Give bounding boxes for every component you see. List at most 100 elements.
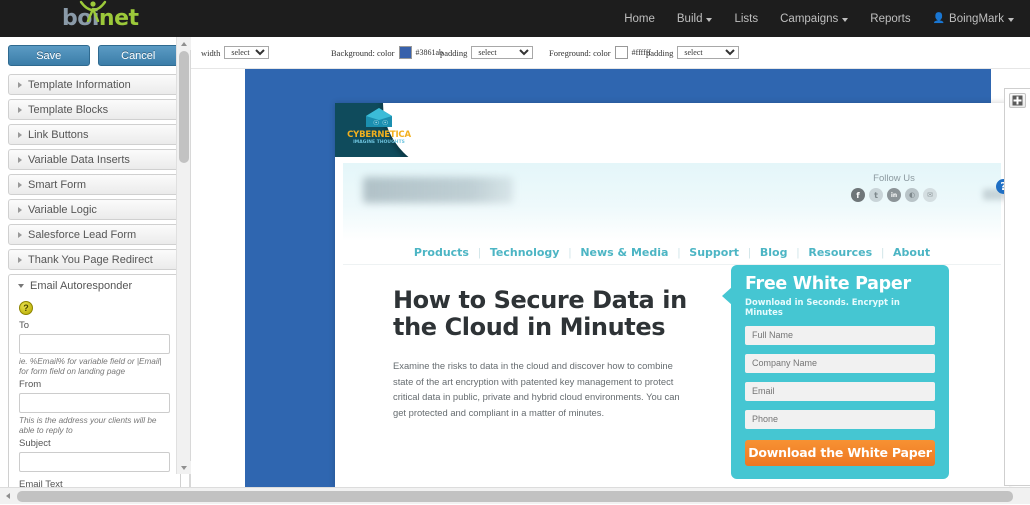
scroll-up-icon[interactable]	[177, 37, 191, 50]
nav-item-campaigns[interactable]: Campaigns	[780, 13, 848, 25]
top-navigation-bar: boinet Home Build Lists Campaigns Report…	[0, 0, 1030, 37]
follow-us-label: Follow Us	[851, 173, 937, 184]
cybernetica-logo[interactable]: ☉ ☉ CYBERNETICA IMAGINE THOUGHTS	[345, 107, 413, 155]
email-field[interactable]	[745, 382, 935, 401]
from-field-label: From	[19, 379, 170, 390]
form-subtitle: Download in Seconds. Encrypt in Minutes	[745, 297, 935, 317]
twitter-icon[interactable]: t	[869, 188, 883, 202]
user-menu[interactable]: 👤 BoingMark	[933, 13, 1014, 25]
email-text-label: Email Text	[19, 479, 170, 488]
fg-padding-select[interactable]: select	[677, 46, 739, 59]
sidebar-scrollbar-thumb[interactable]	[179, 51, 189, 163]
bg-padding-select[interactable]: select	[471, 46, 533, 59]
template-canvas[interactable]: ☉ ☉ CYBERNETICA IMAGINE THOUGHTS Follow …	[191, 69, 1030, 487]
sidebar-item-salesforce-lead-form[interactable]: Salesforce Lead Form	[8, 224, 181, 245]
full-name-field[interactable]	[745, 326, 935, 345]
nav-label: Lists	[734, 13, 758, 25]
sidebar-accordion: Template Information Template Blocks Lin…	[0, 72, 189, 270]
sidebar-item-link-buttons[interactable]: Link Buttons	[8, 124, 181, 145]
background-padding-control: padding select	[440, 46, 533, 59]
lead-capture-form: Free White Paper Download in Seconds. En…	[731, 265, 949, 479]
block-properties-toolbar: width select Background: color #3861ab p…	[191, 37, 1030, 69]
hero-section: How to Secure Data in the Cloud in Minut…	[335, 265, 1009, 420]
email-icon[interactable]: ✉	[923, 188, 937, 202]
landing-page-preview[interactable]: ☉ ☉ CYBERNETICA IMAGINE THOUGHTS Follow …	[335, 103, 1009, 487]
lp-nav-resources[interactable]: Resources	[799, 246, 881, 259]
help-icon[interactable]: ?	[19, 301, 33, 315]
from-input[interactable]	[19, 393, 170, 413]
nav-item-home[interactable]: Home	[624, 13, 655, 25]
facebook-icon[interactable]: f	[851, 188, 865, 202]
lp-nav-news-media[interactable]: News & Media	[571, 246, 677, 259]
chevron-right-icon	[18, 182, 22, 188]
lp-nav-support[interactable]: Support	[680, 246, 748, 259]
subject-input[interactable]	[19, 452, 170, 472]
chevron-right-icon	[18, 207, 22, 213]
background-color-swatch[interactable]	[399, 46, 412, 59]
cancel-button[interactable]: Cancel	[98, 45, 180, 66]
sidebar-item-variable-logic[interactable]: Variable Logic	[8, 199, 181, 220]
sidebar-item-thank-you-page-redirect[interactable]: Thank You Page Redirect	[8, 249, 181, 270]
sidebar-item-label: Thank You Page Redirect	[28, 254, 153, 266]
scroll-left-icon[interactable]	[0, 488, 16, 505]
chevron-down-icon	[1008, 18, 1014, 22]
boingnet-logo[interactable]: boinet	[0, 0, 190, 37]
download-white-paper-button[interactable]: Download the White Paper	[745, 440, 935, 466]
add-block-icon[interactable]	[1009, 93, 1026, 108]
to-field-label: To	[19, 320, 170, 331]
horizontal-scrollbar-thumb[interactable]	[17, 491, 1013, 502]
lp-nav-technology[interactable]: Technology	[481, 246, 569, 259]
form-title: Free White Paper	[745, 276, 935, 294]
linkedin-icon[interactable]: in	[887, 188, 901, 202]
cybernetica-shield-icon: ☉ ☉	[364, 107, 394, 129]
landing-page-nav: Products | Technology | News & Media | S…	[343, 241, 1001, 265]
cybernetica-logo-name: CYBERNETICA	[347, 130, 411, 140]
user-menu-label: BoingMark	[949, 13, 1004, 25]
width-control: width select	[201, 46, 269, 59]
nav-item-build[interactable]: Build	[677, 13, 713, 25]
svg-text:☉: ☉	[382, 119, 388, 127]
foreground-color-swatch[interactable]	[615, 46, 628, 59]
bg-padding-label: padding	[440, 48, 467, 58]
sidebar-item-template-blocks[interactable]: Template Blocks	[8, 99, 181, 120]
sidebar-item-variable-data-inserts[interactable]: Variable Data Inserts	[8, 149, 181, 170]
subject-field-label: Subject	[19, 438, 170, 449]
editor-sidebar: Save Cancel Template Information Templat…	[0, 37, 190, 487]
rss-icon[interactable]: ◐	[905, 188, 919, 202]
width-select[interactable]: select	[224, 46, 269, 59]
horizontal-scrollbar[interactable]	[0, 487, 1030, 504]
sidebar-item-label: Variable Logic	[28, 204, 97, 216]
background-hex-value: #3861ab	[416, 48, 444, 57]
sidebar-item-label: Template Information	[28, 79, 131, 91]
phone-field[interactable]	[745, 410, 935, 429]
sidebar-item-smart-form[interactable]: Smart Form	[8, 174, 181, 195]
save-button[interactable]: Save	[8, 45, 90, 66]
fg-padding-label: padding	[646, 48, 673, 58]
chevron-down-icon	[18, 284, 24, 288]
chevron-right-icon	[18, 232, 22, 238]
nav-label: Home	[624, 13, 655, 25]
company-name-field[interactable]	[745, 354, 935, 373]
sidebar-scrollbar[interactable]	[176, 37, 190, 474]
sidebar-divider	[190, 37, 191, 487]
email-autoresponder-header[interactable]: Email Autoresponder	[9, 275, 180, 296]
lp-nav-products[interactable]: Products	[405, 246, 478, 259]
user-icon: 👤	[933, 13, 945, 24]
editor-main-area: width select Background: color #3861ab p…	[191, 37, 1030, 487]
hero-copy: How to Secure Data in the Cloud in Minut…	[345, 287, 697, 420]
sidebar-item-template-information[interactable]: Template Information	[8, 74, 181, 95]
foreground-padding-control: padding select	[646, 46, 739, 59]
lp-nav-about[interactable]: About	[884, 246, 939, 259]
chevron-right-icon	[18, 132, 22, 138]
nav-label: Campaigns	[780, 13, 838, 25]
scroll-down-icon[interactable]	[177, 461, 191, 474]
lp-nav-blog[interactable]: Blog	[751, 246, 797, 259]
nav-item-lists[interactable]: Lists	[734, 13, 758, 25]
sidebar-action-buttons: Save Cancel	[0, 37, 189, 72]
nav-item-reports[interactable]: Reports	[870, 13, 910, 25]
social-icon-row: f t in ◐ ✉	[851, 188, 937, 202]
chevron-right-icon	[18, 107, 22, 113]
page-background-block[interactable]: ☉ ☉ CYBERNETICA IMAGINE THOUGHTS Follow …	[245, 69, 991, 487]
to-input[interactable]	[19, 334, 170, 354]
chevron-right-icon	[18, 82, 22, 88]
